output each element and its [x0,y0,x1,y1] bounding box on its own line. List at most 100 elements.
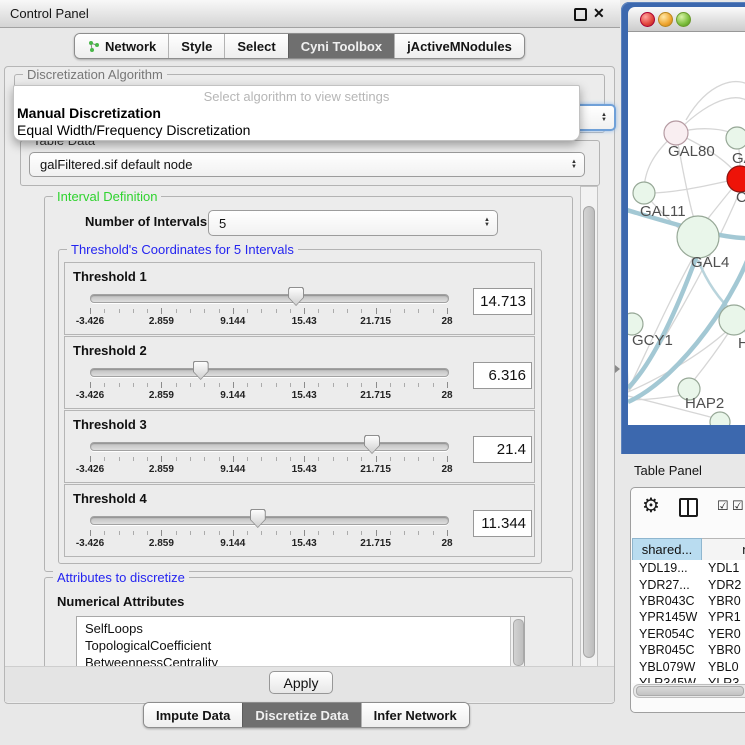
settings-scrollbar-thumb[interactable] [583,206,595,658]
slider-tick [376,456,377,462]
apply-button[interactable]: Apply [269,671,333,694]
checkbox-icon[interactable]: ☑ [717,498,729,514]
panel-splitter-handle[interactable] [615,365,620,373]
minimize-traffic-light-icon[interactable] [658,12,673,27]
table-data-combobox[interactable]: galFiltered.sif default node ▲▼ [29,152,585,177]
network-node[interactable] [726,127,745,149]
column-header-na[interactable]: na [702,538,745,561]
list-scrollbar-thumb[interactable] [513,619,524,666]
column-layout-icon[interactable] [679,498,698,517]
interval-definition-title: Interval Definition [53,189,161,204]
table-horizontal-scrollbar-thumb[interactable] [636,686,744,696]
tab-style[interactable]: Style [168,34,224,58]
network-node[interactable] [719,305,745,335]
slider-tick [119,383,120,387]
threshold-label: Threshold 4 [73,491,147,506]
slider-tick [204,531,205,535]
slider-tick [390,457,391,461]
tab-discretize-data[interactable]: Discretize Data [242,703,360,727]
column-header-shared[interactable]: shared... [632,538,702,561]
attribute-list-item[interactable]: TopologicalCoefficient [77,637,524,654]
settings-scrollbar[interactable] [580,186,598,670]
table-cell: YBR045C [632,643,701,657]
slider-tick [104,457,105,461]
slider-track[interactable] [90,294,449,303]
close-traffic-light-icon[interactable] [640,12,655,27]
table-row[interactable]: YLR345WYLR3 [632,675,745,683]
slider-thumb[interactable] [193,361,209,380]
slider-track[interactable] [90,368,449,377]
slider-tick [418,309,419,313]
table-row[interactable]: YDL19...YDL1 [632,560,745,576]
slider-tick [261,457,262,461]
slider-tick [90,530,91,536]
checkbox-icon[interactable]: ☑ [732,498,744,514]
threshold-value-field[interactable]: 14.713 [473,288,532,315]
network-edge[interactable] [686,82,745,120]
dropdown-option-equal-width-frequency[interactable]: Equal Width/Frequency Discretization [17,122,250,138]
slider-tick [361,531,362,535]
tab-select[interactable]: Select [224,34,287,58]
discretization-algorithm-title: Discretization Algorithm [23,67,167,82]
slider-thumb[interactable] [250,509,266,528]
network-node[interactable] [710,412,730,425]
slider-tick [104,531,105,535]
slider-tick [176,457,177,461]
gear-icon[interactable]: ⚙ [642,493,660,518]
network-node[interactable] [677,216,719,258]
network-node[interactable] [664,121,688,145]
slider-tick [333,457,334,461]
threshold-value-field[interactable]: 21.4 [473,436,532,463]
table-row[interactable]: YBR043CYBR0 [632,593,745,609]
table-header-row: shared...na [632,538,745,559]
attribute-list-item[interactable]: SelfLoops [77,620,524,637]
table-row[interactable]: YDR27...YDR2 [632,576,745,592]
network-window-titlebar[interactable] [628,7,745,32]
slider-tick [104,309,105,313]
threshold-value-field[interactable]: 6.316 [473,362,532,389]
close-icon[interactable]: ✕ [593,5,605,22]
slider-tick [390,309,391,313]
slider-tick-labels: -3.4262.8599.14415.4321.71528 [90,538,448,550]
list-scrollbar[interactable] [510,617,524,668]
slider-tick [404,383,405,387]
slider-tick-label: -3.426 [68,538,112,549]
slider-thumb[interactable] [288,287,304,306]
numerical-attributes-list[interactable]: SelfLoopsTopologicalCoefficientBetweenne… [76,616,525,668]
slider-tick [276,457,277,461]
tab-cyni-toolbox[interactable]: Cyni Toolbox [288,34,394,58]
number-of-intervals-combobox[interactable]: 5 ▲▼ [208,210,498,236]
tab-infer-network[interactable]: Infer Network [361,703,469,727]
tab-network[interactable]: Network [75,34,168,58]
slider-ticks [90,456,448,463]
tab-impute-data[interactable]: Impute Data [144,703,242,727]
slider-tick [247,383,248,387]
slider-thumb[interactable] [364,435,380,454]
table-cell: YDL1 [701,561,745,575]
table-row[interactable]: YBL079WYBL0 [632,658,745,674]
float-window-icon[interactable] [574,8,587,21]
table-cell: YBL079W [632,660,701,674]
table-horizontal-scrollbar[interactable] [633,684,745,698]
table-row[interactable]: YER054CYER0 [632,626,745,642]
slider-tick-label: 9.144 [211,464,255,475]
table-panel-title: Table Panel [634,463,702,478]
slider-track[interactable] [90,516,449,525]
network-node-label: H [738,335,745,352]
slider-tick [304,382,305,388]
dropdown-option-manual-discretization[interactable]: Manual Discretization [17,105,161,121]
network-node[interactable] [633,182,655,204]
threshold-value-field[interactable]: 11.344 [473,510,532,537]
table-row[interactable]: YBR045CYBR0 [632,642,745,658]
network-canvas[interactable]: GAL80GACGAL11GAL4GCY1HHAP2 [628,32,745,425]
table-row[interactable]: YPR145WYPR1 [632,609,745,625]
slider-tick [290,309,291,313]
slider-tick [447,308,448,314]
slider-tick-label: 21.715 [354,464,398,475]
slider-track[interactable] [90,442,449,451]
zoom-traffic-light-icon[interactable] [676,12,691,27]
table-cell: YLR345W [632,676,701,683]
tab-jactivemnodules[interactable]: jActiveMNodules [394,34,524,58]
slider-ticks [90,382,448,389]
control-panel: Control Panel ✕ NetworkStyleSelectCyni T… [0,0,620,745]
